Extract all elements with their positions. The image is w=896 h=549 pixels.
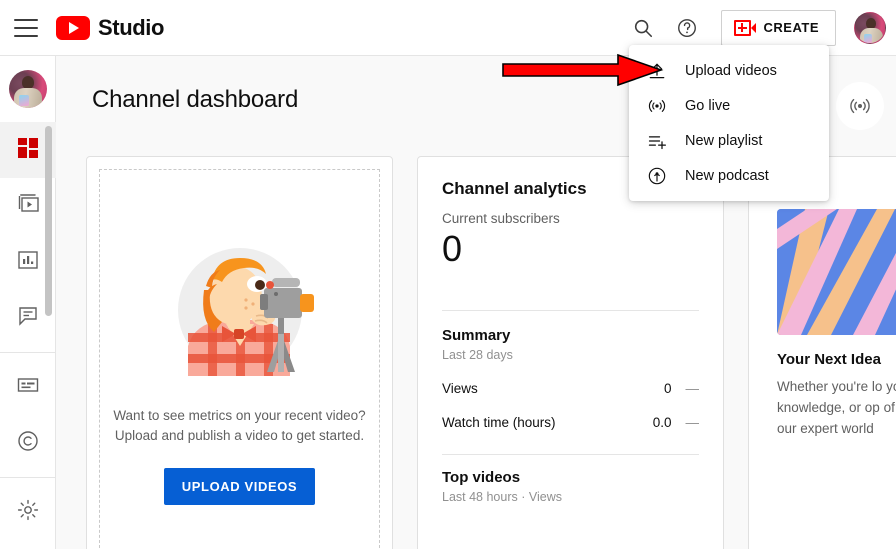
upload-icon: [645, 59, 669, 83]
upload-videos-button[interactable]: UPLOAD VIDEOS: [164, 468, 315, 505]
podcast-icon: [645, 164, 669, 188]
subscribers-value: 0: [442, 226, 699, 272]
subtitles-icon: [16, 373, 40, 402]
header-actions: CREATE: [623, 8, 896, 48]
stat-value: 0: [664, 381, 672, 396]
stat-label: Watch time (hours): [442, 415, 556, 430]
menu-item-label: New playlist: [685, 133, 762, 149]
search-icon[interactable]: [623, 8, 663, 48]
brand-name: Studio: [98, 15, 164, 41]
menu-item-go-live[interactable]: Go live: [629, 88, 829, 123]
summary-period: Last 28 days: [442, 348, 699, 362]
avatar[interactable]: [854, 12, 886, 44]
news-card: News TR TR: [748, 156, 896, 549]
create-dropdown-menu: Upload videos Go live: [629, 45, 829, 201]
create-button-label: CREATE: [764, 20, 819, 35]
stat-delta: —: [686, 415, 700, 430]
content-video-icon: [16, 192, 40, 221]
studio-brand[interactable]: Studio: [56, 15, 164, 41]
news-item-body: Whether you're lo your next video, g kno…: [777, 376, 896, 439]
youtube-studio-window: Studio CREATE: [0, 0, 896, 549]
empty-state-line1: Want to see metrics on your recent video…: [113, 406, 365, 426]
sidebar-item-feedback[interactable]: [0, 540, 56, 549]
gear-icon: [16, 498, 40, 527]
broadcast-icon: [645, 94, 669, 118]
analytics-bars-icon: [16, 248, 40, 277]
stat-value: 0.0: [653, 415, 672, 430]
sidebar-item-settings[interactable]: [0, 484, 56, 540]
help-icon[interactable]: [667, 8, 707, 48]
dashboard-icon: [16, 136, 40, 165]
stat-row-watch-time: Watch time (hours) 0.0 —: [442, 415, 699, 430]
stat-row-views: Views 0 —: [442, 381, 699, 396]
news-thumbnail[interactable]: TR TR: [777, 209, 896, 335]
go-live-button[interactable]: [836, 82, 884, 130]
analytics-divider: [442, 310, 699, 311]
sidebar: [0, 56, 56, 549]
top-videos-divider: [442, 454, 699, 455]
menu-item-label: Upload videos: [685, 63, 777, 79]
recent-video-card: Want to see metrics on your recent video…: [86, 156, 393, 549]
sidebar-item-copyright[interactable]: [0, 415, 56, 471]
menu-item-upload-videos[interactable]: Upload videos: [629, 53, 829, 88]
empty-state-line2: Upload and publish a video to get starte…: [113, 426, 365, 446]
recent-video-empty-state: Want to see metrics on your recent video…: [99, 169, 380, 549]
menu-item-label: New podcast: [685, 168, 769, 184]
summary-title: Summary: [442, 327, 699, 344]
comments-icon: [16, 304, 40, 333]
videographer-illustration: [160, 228, 320, 388]
top-videos-title: Top videos: [442, 469, 699, 486]
stat-label: Views: [442, 381, 478, 396]
sidebar-item-subtitles[interactable]: [0, 359, 56, 415]
subscribers-label: Current subscribers: [442, 211, 699, 226]
hamburger-icon[interactable]: [14, 19, 38, 37]
top-videos-subtitle: Last 48 hours · Views: [442, 490, 699, 504]
news-item-title[interactable]: Your Next Idea: [777, 351, 896, 368]
menu-item-new-playlist[interactable]: New playlist: [629, 123, 829, 158]
sidebar-scrollbar[interactable]: [45, 126, 52, 316]
video-plus-icon: [734, 20, 756, 36]
stat-delta: —: [686, 381, 700, 396]
playlist-add-icon: [645, 129, 669, 153]
menu-item-label: Go live: [685, 98, 730, 114]
sidebar-channel-avatar[interactable]: [9, 70, 47, 108]
youtube-logo-icon: [56, 16, 90, 40]
menu-item-new-podcast[interactable]: New podcast: [629, 158, 829, 193]
dashboard-cards: Want to see metrics on your recent video…: [86, 156, 896, 549]
create-button[interactable]: CREATE: [721, 10, 836, 46]
channel-analytics-card: Channel analytics Current subscribers 0 …: [417, 156, 724, 549]
copyright-icon: [16, 429, 40, 458]
sidebar-divider-2: [0, 477, 55, 478]
sidebar-divider-1: [0, 352, 55, 353]
